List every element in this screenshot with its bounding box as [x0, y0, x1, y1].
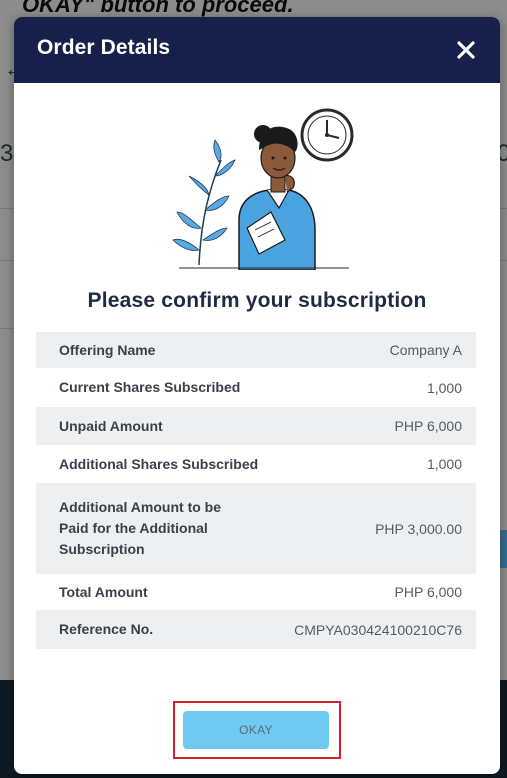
detail-value: 1,000	[426, 379, 462, 396]
clock-icon	[300, 108, 354, 162]
modal-header: Order Details	[14, 17, 500, 83]
detail-label: Current Shares Subscribed	[59, 379, 241, 395]
detail-label: Additional Amount to be Paid for the Add…	[59, 499, 222, 557]
detail-label: Reference No.	[59, 621, 154, 637]
order-details-table: Offering Name Company A Current Shares S…	[36, 332, 476, 683]
modal-title: Order Details	[37, 36, 171, 59]
background-number-left: 3	[0, 140, 14, 167]
thinking-woman-illustration	[172, 108, 354, 270]
detail-row-offering-name: Offering Name Company A	[36, 332, 476, 368]
detail-value: 1,000	[426, 456, 462, 472]
close-icon	[457, 41, 475, 59]
background-divider	[0, 208, 14, 209]
plant-decoration	[172, 139, 236, 266]
detail-label: Unpaid Amount	[59, 417, 163, 434]
detail-value: PHP 3,000.00	[375, 520, 462, 537]
detail-row-current-shares: Current Shares Subscribed 1,000	[36, 368, 476, 407]
detail-value: PHP 6,000	[394, 418, 462, 434]
detail-label: Total Amount	[59, 583, 148, 600]
background-divider	[500, 208, 507, 209]
detail-row-reference-no: Reference No. CMPYA030424100210C76	[36, 610, 476, 649]
instruction-caption: OKAY" button to proceed.	[22, 0, 294, 17]
detail-label: Offering Name	[59, 341, 156, 358]
detail-value: PHP 6,000	[394, 584, 462, 600]
confirmation-heading: Please confirm your subscription	[87, 289, 427, 312]
detail-row-total-amount: Total Amount PHP 6,000	[36, 574, 476, 610]
detail-value: CMPYA030424100210C76	[294, 621, 462, 638]
background-divider	[500, 260, 507, 261]
okay-highlight-box: OKAY	[173, 701, 341, 759]
close-button[interactable]	[452, 36, 480, 64]
detail-row-unpaid-amount: Unpaid Amount PHP 6,000	[36, 407, 476, 445]
detail-row-blank	[36, 649, 476, 683]
detail-row-additional-shares: Additional Shares Subscribed 1,000	[36, 445, 476, 483]
detail-row-additional-amount: Additional Amount to be Paid for the Add…	[36, 483, 476, 574]
background-divider	[0, 260, 14, 261]
detail-label: Additional Shares Subscribed	[59, 455, 259, 472]
okay-button[interactable]: OKAY	[183, 711, 329, 749]
detail-value: Company A	[389, 342, 462, 358]
order-details-modal: Order Details Please confirm your subscr…	[14, 17, 500, 774]
background-divider	[0, 328, 14, 329]
